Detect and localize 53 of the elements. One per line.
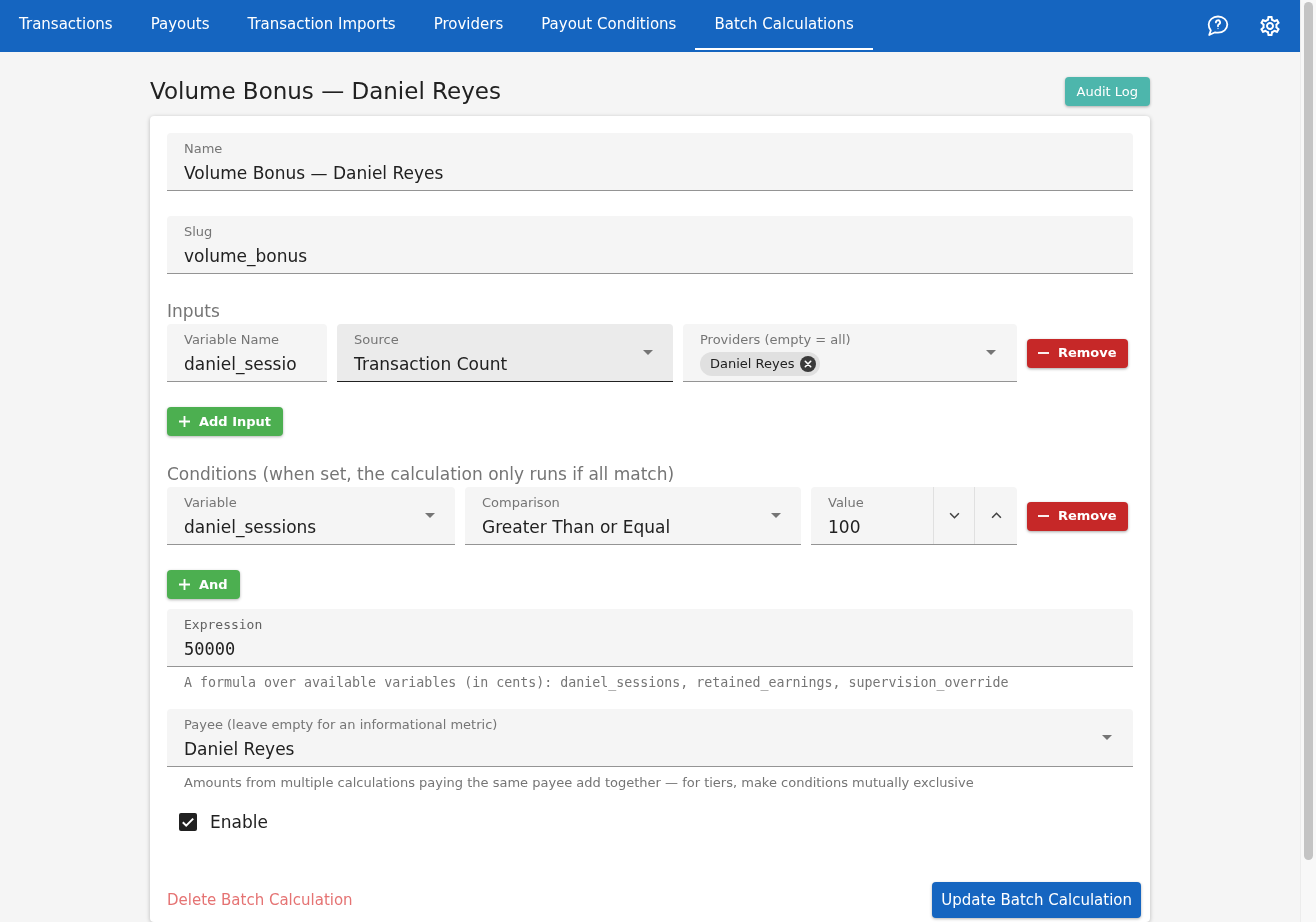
variable-select[interactable]: Variable daniel_sessions	[167, 487, 455, 545]
source-select[interactable]: Source Transaction Count	[337, 324, 673, 382]
field-label: Variable	[184, 495, 237, 511]
nav-tab[interactable]: Transactions	[0, 0, 132, 50]
helper-text: Amounts from multiple calculations paying the same payee add together — for tiers, make conditions mutually exclusive	[184, 775, 974, 791]
nav-tab[interactable]: Transaction Imports	[228, 0, 415, 50]
helper-text: A formula over available variables (in cents): daniel_sessions, retained_earnings, supervision_override	[184, 675, 1009, 691]
nav-tab[interactable]: Batch Calculations	[695, 0, 873, 50]
name-field[interactable]: Name Volume Bonus — Daniel Reyes	[167, 133, 1133, 191]
field-label: Source	[354, 332, 399, 348]
update-button[interactable]: Update Batch Calculation	[932, 882, 1141, 918]
chevron-up-icon	[990, 512, 1002, 519]
slug-field[interactable]: Slug volume_bonus	[167, 216, 1133, 274]
checkbox-label: Enable	[210, 811, 268, 833]
comparison-select[interactable]: Comparison Greater Than or Equal	[465, 487, 801, 545]
remove-chip-icon[interactable]	[800, 356, 817, 372]
page-title: Volume Bonus — Daniel Reyes	[150, 77, 501, 106]
minus-icon	[1038, 515, 1049, 517]
caret-icon	[1102, 735, 1112, 740]
minus-icon	[1038, 352, 1049, 354]
field-label: Value	[828, 495, 864, 511]
field-label: Comparison	[482, 495, 560, 511]
nav-tab[interactable]: Payout Conditions	[522, 0, 696, 50]
field-label: Variable Name	[184, 332, 280, 348]
scrollbar-thumb[interactable]	[1304, 2, 1313, 860]
field-label: Providers (empty = all)	[700, 332, 851, 348]
caret-icon	[425, 513, 435, 518]
payee-select[interactable]: Payee (leave empty for an informational metric) Daniel Reyes	[167, 709, 1133, 767]
field-label: Name	[184, 141, 223, 157]
delete-link[interactable]: Delete Batch Calculation	[167, 888, 353, 912]
field-label: Expression	[184, 617, 263, 633]
caret-icon	[643, 350, 653, 355]
nav-tab[interactable]: Payouts	[131, 0, 229, 50]
field-label: Payee (leave empty for an informational metric)	[184, 717, 498, 733]
caret-icon	[771, 513, 781, 518]
help-icon[interactable]	[1206, 14, 1230, 38]
plus-icon	[179, 579, 190, 590]
checkbox[interactable]	[179, 813, 197, 831]
variable-name-field[interactable]: Variable Name daniel_sessio	[167, 324, 327, 382]
nav-tab[interactable]: Providers	[414, 0, 523, 50]
settings-icon[interactable]	[1258, 14, 1282, 38]
remove-button[interactable]: Remove	[1027, 338, 1128, 368]
expression-field[interactable]: Expression 50000	[167, 609, 1133, 667]
section-heading: Conditions (when set, the calculation only runs if all match)	[167, 463, 675, 486]
caret-icon	[986, 350, 996, 355]
provider-chip[interactable]: Daniel Reyes	[700, 352, 821, 376]
remove-button[interactable]: Remove	[1027, 501, 1128, 531]
plus-icon	[179, 416, 190, 427]
chevron-down-icon	[948, 512, 960, 519]
field-label: Slug	[184, 224, 213, 240]
section-heading: Inputs	[167, 300, 220, 323]
providers-select[interactable]: Providers (empty = all) Daniel Reyes	[683, 324, 1017, 382]
scrollbar-track[interactable]	[1300, 0, 1316, 922]
